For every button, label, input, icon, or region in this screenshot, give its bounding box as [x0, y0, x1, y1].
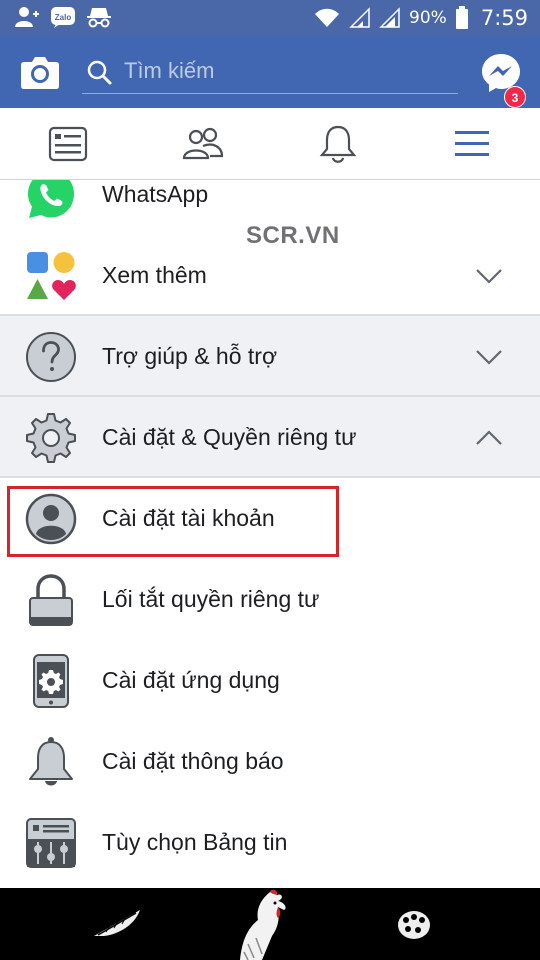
menu-item-news-feed-preferences[interactable]: Tùy chọn Bảng tin — [0, 802, 540, 883]
menu-item-label: Cài đặt ứng dụng — [102, 667, 280, 693]
bottom-bar — [0, 888, 540, 960]
gear-icon — [26, 413, 76, 463]
highlight-box — [7, 486, 339, 557]
wifi-icon — [315, 8, 340, 27]
friends-icon[interactable] — [181, 122, 225, 166]
menu-item-label: Xem thêm — [102, 262, 207, 288]
rooster-icon[interactable] — [234, 888, 300, 960]
whatsapp-icon — [28, 180, 74, 218]
search-icon — [87, 60, 112, 85]
menu-item-label: Lối tắt quyền riêng tư — [102, 586, 320, 612]
menu-item-help[interactable]: Trợ giúp & hỗ trợ — [0, 316, 540, 397]
search-input[interactable]: Tìm kiếm — [124, 58, 214, 84]
signal-icon-2 — [379, 7, 400, 28]
incognito-icon — [87, 8, 111, 28]
help-icon — [26, 332, 76, 382]
menu-item-label: WhatsApp — [102, 181, 209, 207]
top-app-bar: Tìm kiếm 3 — [0, 36, 540, 108]
chevron-up-icon — [476, 430, 502, 445]
menu-item-label: Tùy chọn Bảng tin — [102, 829, 288, 855]
system-status: 90% 7:59 — [313, 0, 528, 36]
clock: 7:59 — [480, 6, 528, 30]
cleat-icon[interactable] — [394, 908, 434, 942]
news-feed-preferences-icon — [26, 818, 76, 868]
search-bar[interactable]: Tìm kiếm — [82, 50, 458, 94]
menu-item-settings-privacy[interactable]: Cài đặt & Quyền riêng tư — [0, 397, 540, 478]
menu-item-label: Trợ giúp & hỗ trợ — [102, 343, 278, 369]
zalo-icon: Zalo — [51, 7, 75, 28]
svg-text:Zalo: Zalo — [55, 13, 72, 22]
menu-item-see-more[interactable]: Xem thêm — [0, 235, 540, 316]
signal-icon — [349, 7, 370, 28]
menu-item-app-settings[interactable]: Cài đặt ứng dụng — [0, 640, 540, 721]
status-bar: Zalo 90% 7:59 — [0, 0, 540, 36]
menu-item-label: Cài đặt & Quyền riêng tư — [102, 424, 357, 450]
messenger-badge: 3 — [504, 86, 526, 108]
notification-icons: Zalo — [14, 6, 112, 28]
see-more-icon — [27, 252, 76, 300]
feather-icon[interactable] — [92, 906, 142, 942]
camera-icon[interactable] — [20, 54, 60, 90]
lock-icon — [29, 574, 73, 626]
phone-settings-icon — [33, 654, 69, 708]
notifications-icon[interactable] — [316, 122, 360, 166]
battery-percent: 90% — [409, 8, 447, 28]
menu-item-privacy-shortcuts[interactable]: Lối tắt quyền riêng tư — [0, 559, 540, 640]
menu-item-notification-settings[interactable]: Cài đặt thông báo — [0, 721, 540, 802]
nav-tabs — [0, 108, 540, 180]
chevron-down-icon — [476, 269, 502, 284]
chevron-down-icon — [476, 350, 502, 365]
bell-icon — [29, 737, 73, 786]
menu-icon[interactable] — [451, 122, 495, 166]
news-feed-icon[interactable] — [46, 122, 90, 166]
add-friend-icon — [15, 7, 39, 27]
battery-icon — [455, 6, 468, 29]
menu-item-label: Cài đặt thông báo — [102, 748, 284, 774]
